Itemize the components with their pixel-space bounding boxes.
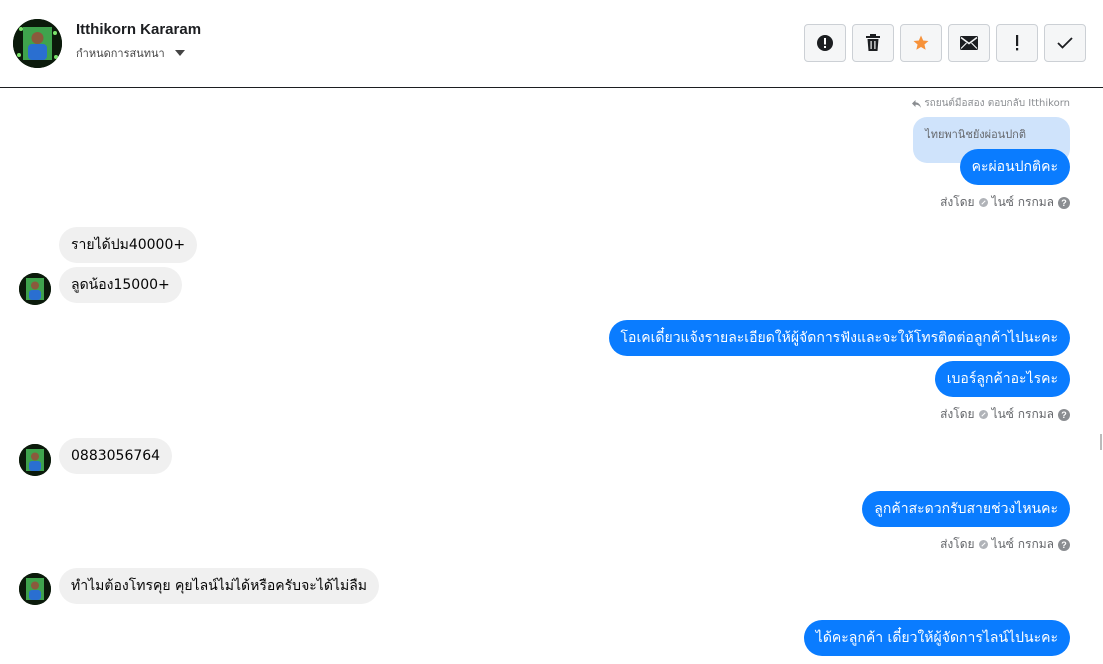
contact-avatar-small[interactable] xyxy=(19,273,51,305)
conversation-header: Itthikorn Kararam กำหนดการสนทนา xyxy=(0,0,1103,88)
message-bubble-incoming[interactable]: ทำไมต้องโทรคุย คุยไลน์ไม่ได้หรือครับจะได… xyxy=(59,568,380,604)
star-button[interactable] xyxy=(900,24,942,62)
contact-avatar-small[interactable] xyxy=(19,573,51,605)
contact-avatar-small[interactable] xyxy=(19,444,51,476)
message-bubble-outgoing[interactable]: ลูกค้าสะดวกรับสายช่วงไหนคะ xyxy=(862,491,1070,527)
mark-done-button[interactable] xyxy=(1044,24,1086,62)
sender-status-icon xyxy=(978,198,988,207)
reply-note-text: รถยนต์มือสอง ตอบกลับ Itthikorn xyxy=(924,98,1070,109)
sender-status-icon xyxy=(978,410,988,419)
conversation-toolbar xyxy=(804,24,1086,62)
help-icon[interactable]: ? xyxy=(1058,408,1070,421)
check-icon xyxy=(1057,37,1073,49)
sent-by-info: ส่งโดย ไนซ์ กรกมล ? xyxy=(940,535,1070,554)
caret-down-icon xyxy=(174,50,185,56)
star-icon xyxy=(913,35,929,50)
message-bubble-incoming[interactable]: 0883056764 xyxy=(59,438,173,474)
message-bubble-outgoing[interactable]: ได้คะลูกค้า เดี๋ยวให้ผู้จัดการไลน์ไปนะคะ xyxy=(803,620,1070,656)
mark-unread-button[interactable] xyxy=(948,24,990,62)
sent-by-label: ส่งโดย xyxy=(940,537,975,551)
reply-icon xyxy=(912,99,922,108)
follow-up-button[interactable] xyxy=(996,24,1038,62)
sender-status-icon xyxy=(978,540,988,549)
message-thread[interactable]: รถยนต์มือสอง ตอบกลับ Itthikorn ไทยพานิชย… xyxy=(0,89,1103,664)
help-icon[interactable]: ? xyxy=(1058,196,1070,209)
delete-button[interactable] xyxy=(852,24,894,62)
message-bubble-outgoing[interactable]: โอเคเดี๋ยวแจ้งรายละเอียดให้ผู้จัดการฟังแ… xyxy=(608,320,1070,356)
sender-name: ไนซ์ กรกมล xyxy=(991,537,1054,551)
scrollbar[interactable] xyxy=(1100,434,1102,450)
sent-by-label: ส่งโดย xyxy=(940,195,975,209)
help-icon[interactable]: ? xyxy=(1058,538,1070,551)
message-bubble-outgoing[interactable]: เบอร์ลูกค้าอะไรคะ xyxy=(934,361,1070,397)
sent-by-label: ส่งโดย xyxy=(940,407,975,421)
sender-name: ไนซ์ กรกมล xyxy=(991,407,1054,421)
contact-name[interactable]: Itthikorn Kararam xyxy=(76,21,201,38)
contact-avatar[interactable] xyxy=(13,19,62,68)
sent-by-info: ส่งโดย ไนซ์ กรกมล ? xyxy=(940,193,1070,212)
reply-note: รถยนต์มือสอง ตอบกลับ Itthikorn xyxy=(912,96,1070,111)
assign-conversation-label: กำหนดการสนทนา xyxy=(76,47,165,60)
sender-name: ไนซ์ กรกมล xyxy=(991,195,1054,209)
sent-by-info: ส่งโดย ไนซ์ กรกมล ? xyxy=(940,405,1070,424)
spam-button[interactable] xyxy=(804,24,846,62)
message-bubble-incoming[interactable]: รายได้ปม40000+ xyxy=(59,227,198,263)
message-bubble-outgoing[interactable]: คะผ่อนปกติคะ xyxy=(959,149,1070,185)
assign-conversation-dropdown[interactable]: กำหนดการสนทนา xyxy=(76,44,185,62)
trash-icon xyxy=(866,34,880,51)
exclamation-icon xyxy=(1016,35,1019,51)
envelope-icon xyxy=(960,36,978,50)
message-bubble-incoming[interactable]: ลูดน้อง15000+ xyxy=(59,267,182,303)
alert-circle-icon xyxy=(817,35,833,51)
